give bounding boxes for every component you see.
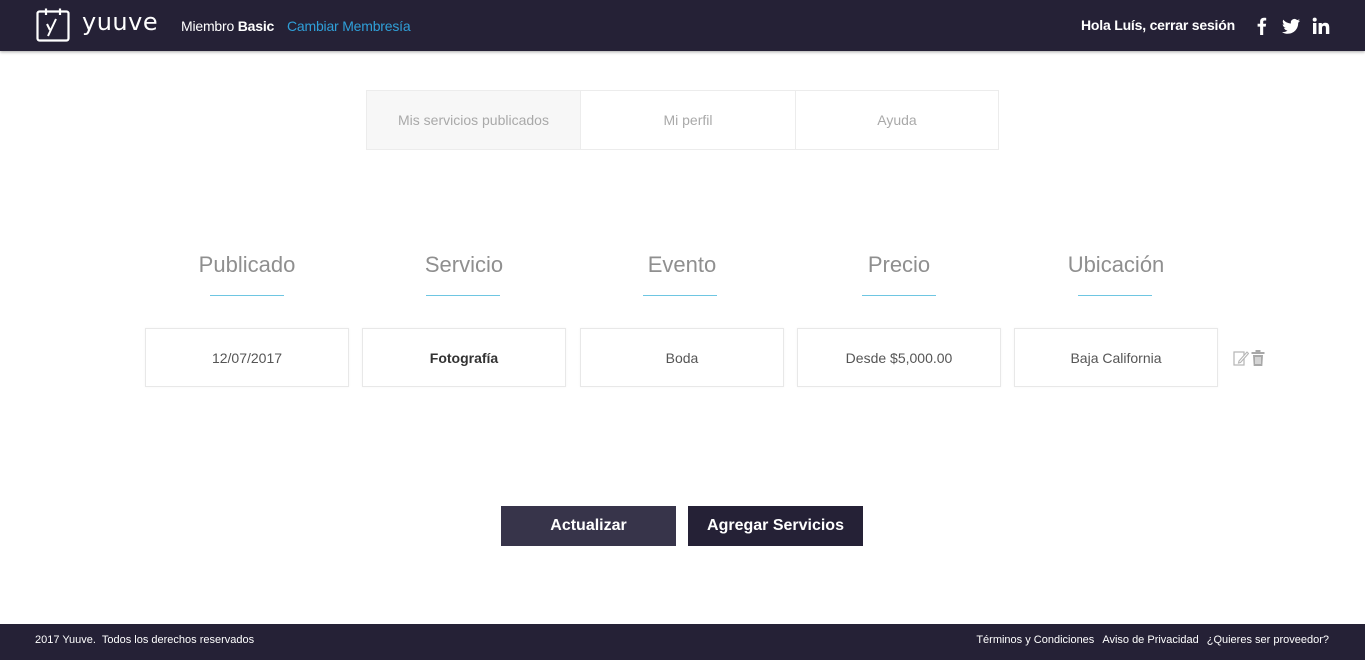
top-navbar: yuuve Miembro Basic Cambiar Membresía Ho… <box>0 0 1365 51</box>
tab-published-services[interactable]: Mis servicios publicados <box>367 91 581 149</box>
copyright-text: 2017 Yuuve. Todos los derechos reservado… <box>35 634 255 646</box>
cell-price: Desde $5,000.00 <box>797 328 1001 387</box>
cell-location: Baja California <box>1014 328 1218 387</box>
edit-icon[interactable] <box>1233 349 1249 367</box>
column-underline <box>210 295 284 296</box>
membership-prefix: Miembro <box>181 18 235 34</box>
cell-event: Boda <box>580 328 784 387</box>
calendar-check-icon <box>36 8 70 42</box>
tab-my-profile[interactable]: Mi perfil <box>581 91 796 149</box>
add-services-button[interactable]: Agregar Servicios <box>688 506 863 546</box>
tab-help[interactable]: Ayuda <box>796 91 998 149</box>
change-membership-link[interactable]: Cambiar Membresía <box>287 18 411 34</box>
profile-tabs: Mis servicios publicados Mi perfil Ayuda <box>366 90 999 150</box>
privacy-link[interactable]: Aviso de Privacidad <box>1102 634 1198 646</box>
greeting-logout-link[interactable]: Hola Luís, cerrar sesión <box>1081 17 1235 33</box>
column-underline <box>862 295 936 296</box>
column-underline <box>1078 295 1152 296</box>
column-header-service: Servicio <box>424 252 504 277</box>
column-header-price: Precio <box>867 252 931 277</box>
column-header-location: Ubicación <box>1067 252 1165 277</box>
column-header-published: Publicado <box>198 252 296 277</box>
column-header-event: Evento <box>647 252 717 277</box>
terms-link[interactable]: Términos y Condiciones <box>976 634 1094 646</box>
footer: 2017 Yuuve. Todos los derechos reservado… <box>0 624 1365 660</box>
facebook-icon[interactable] <box>1252 16 1272 36</box>
trash-icon[interactable] <box>1250 349 1266 367</box>
logo-text: yuuve <box>82 8 159 36</box>
twitter-icon[interactable] <box>1281 16 1301 36</box>
column-underline <box>426 295 500 296</box>
cell-service: Fotografía <box>362 328 566 387</box>
membership-label: Miembro Basic <box>181 18 274 34</box>
footer-links: Términos y Condiciones Aviso de Privacid… <box>976 634 1329 646</box>
membership-plan: Basic <box>237 18 275 34</box>
cell-published-date: 12/07/2017 <box>145 328 349 387</box>
column-underline <box>643 295 717 296</box>
update-button[interactable]: Actualizar <box>501 506 676 546</box>
become-provider-link[interactable]: ¿Quieres ser proveedor? <box>1207 634 1329 646</box>
logo[interactable]: yuuve <box>36 8 158 42</box>
linkedin-icon[interactable] <box>1311 16 1331 36</box>
